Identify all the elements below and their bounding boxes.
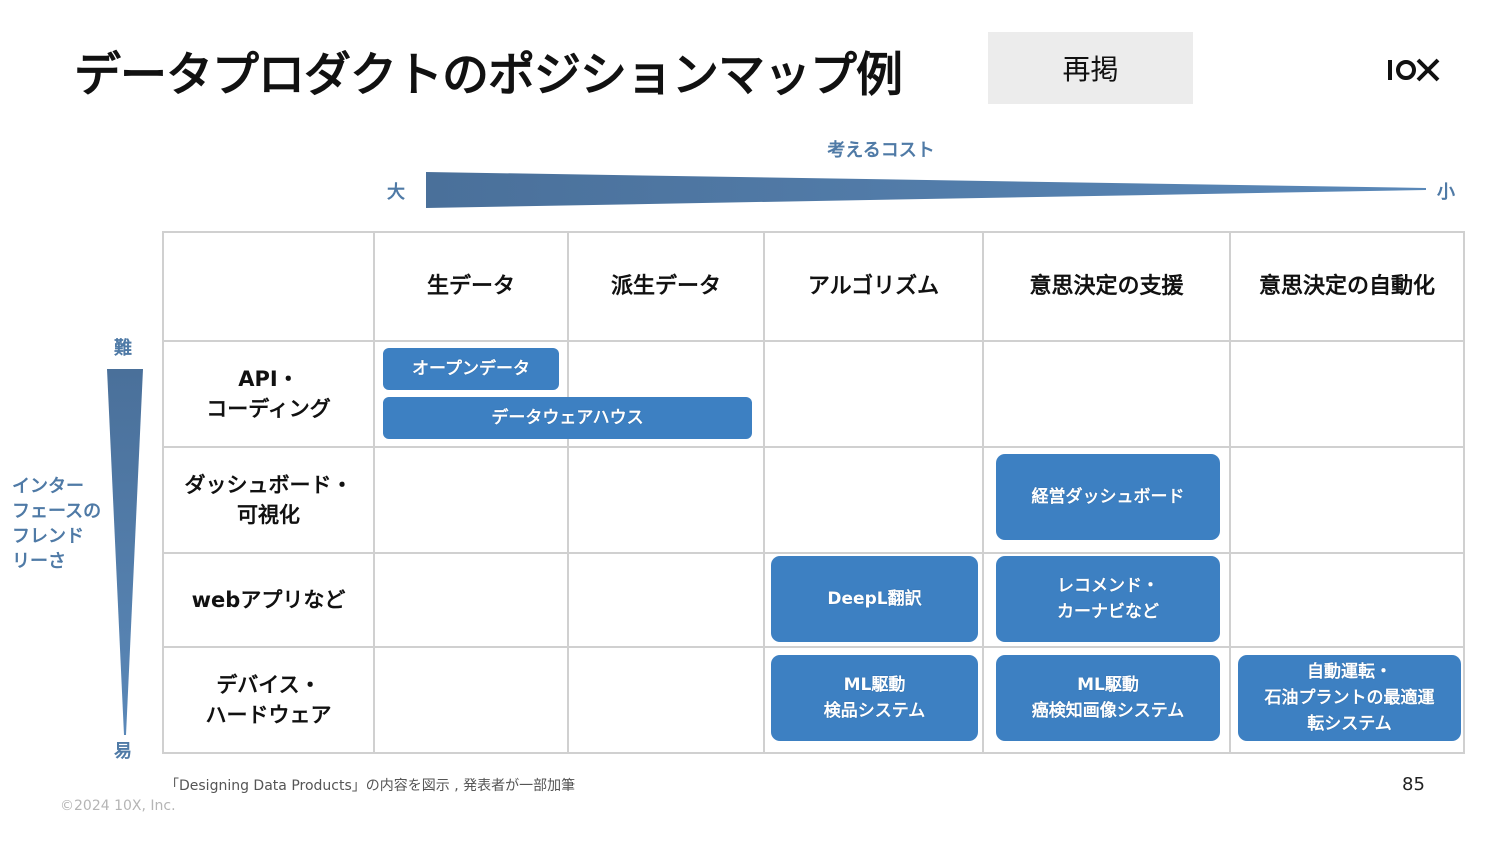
grid-cell xyxy=(569,648,765,754)
source-note: 「Designing Data Products」の内容を図示 , 発表者が一部… xyxy=(165,778,576,794)
row-header-dashboard: ダッシュボード・ 可視化 xyxy=(164,448,375,554)
cost-axis-small-label: 小 xyxy=(1437,182,1455,203)
product-deepl: DeepL翻訳 xyxy=(771,556,978,642)
product-open-data: オープンデータ xyxy=(383,348,559,390)
column-header-decision-support: 意思決定の支援 xyxy=(984,233,1231,342)
page-number: 85 xyxy=(1402,774,1425,795)
copyright: ©2024 10X, Inc. xyxy=(60,798,176,814)
grid-cell xyxy=(1231,342,1465,448)
row-header-api-coding: API・ コーディング xyxy=(164,342,375,448)
cost-wedge-arrow xyxy=(426,172,1426,208)
grid-cell xyxy=(569,448,765,554)
product-executive-dashboard: 経営ダッシュボード xyxy=(996,454,1220,540)
column-header-algorithm: アルゴリズム xyxy=(765,233,984,342)
row-header-device-hardware: デバイス・ ハードウェア xyxy=(164,648,375,754)
grid-cell xyxy=(765,448,984,554)
cost-axis-title: 考えるコスト xyxy=(827,140,935,161)
grid-cell xyxy=(1231,554,1465,648)
grid-cell xyxy=(375,448,569,554)
product-recommend-carnavi: レコメンド・ カーナビなど xyxy=(996,556,1220,642)
repost-badge: 再掲 xyxy=(988,32,1193,104)
product-ml-cancer-imaging: ML駆動 癌検知画像システム xyxy=(996,655,1220,741)
slide-title: データプロダクトのポジションマップ例 xyxy=(74,48,903,103)
grid-cell xyxy=(765,342,984,448)
difficulty-wedge-arrow xyxy=(107,369,143,735)
product-data-warehouse: データウェアハウス xyxy=(383,397,752,439)
difficulty-hard-label: 難 xyxy=(114,338,132,359)
column-header-derived-data: 派生データ xyxy=(569,233,765,342)
grid-cell xyxy=(375,554,569,648)
cost-axis-large-label: 大 xyxy=(387,182,405,203)
grid-cell xyxy=(984,342,1231,448)
10x-logo xyxy=(1388,58,1440,82)
column-header-raw-data: 生データ xyxy=(375,233,569,342)
corner-cell xyxy=(164,233,375,342)
grid-cell xyxy=(569,554,765,648)
column-header-decision-automation: 意思決定の自動化 xyxy=(1231,233,1465,342)
product-autonomous-plant: 自動運転・ 石油プラントの最適運 転システム xyxy=(1238,655,1461,741)
interface-friendliness-label: インター フェースの フレンド リーさ xyxy=(12,476,102,572)
product-ml-inspection: ML駆動 検品システム xyxy=(771,655,978,741)
grid-cell xyxy=(1231,448,1465,554)
grid-cell xyxy=(375,648,569,754)
row-header-web-app: webアプリなど xyxy=(164,554,375,648)
difficulty-easy-label: 易 xyxy=(114,741,132,762)
